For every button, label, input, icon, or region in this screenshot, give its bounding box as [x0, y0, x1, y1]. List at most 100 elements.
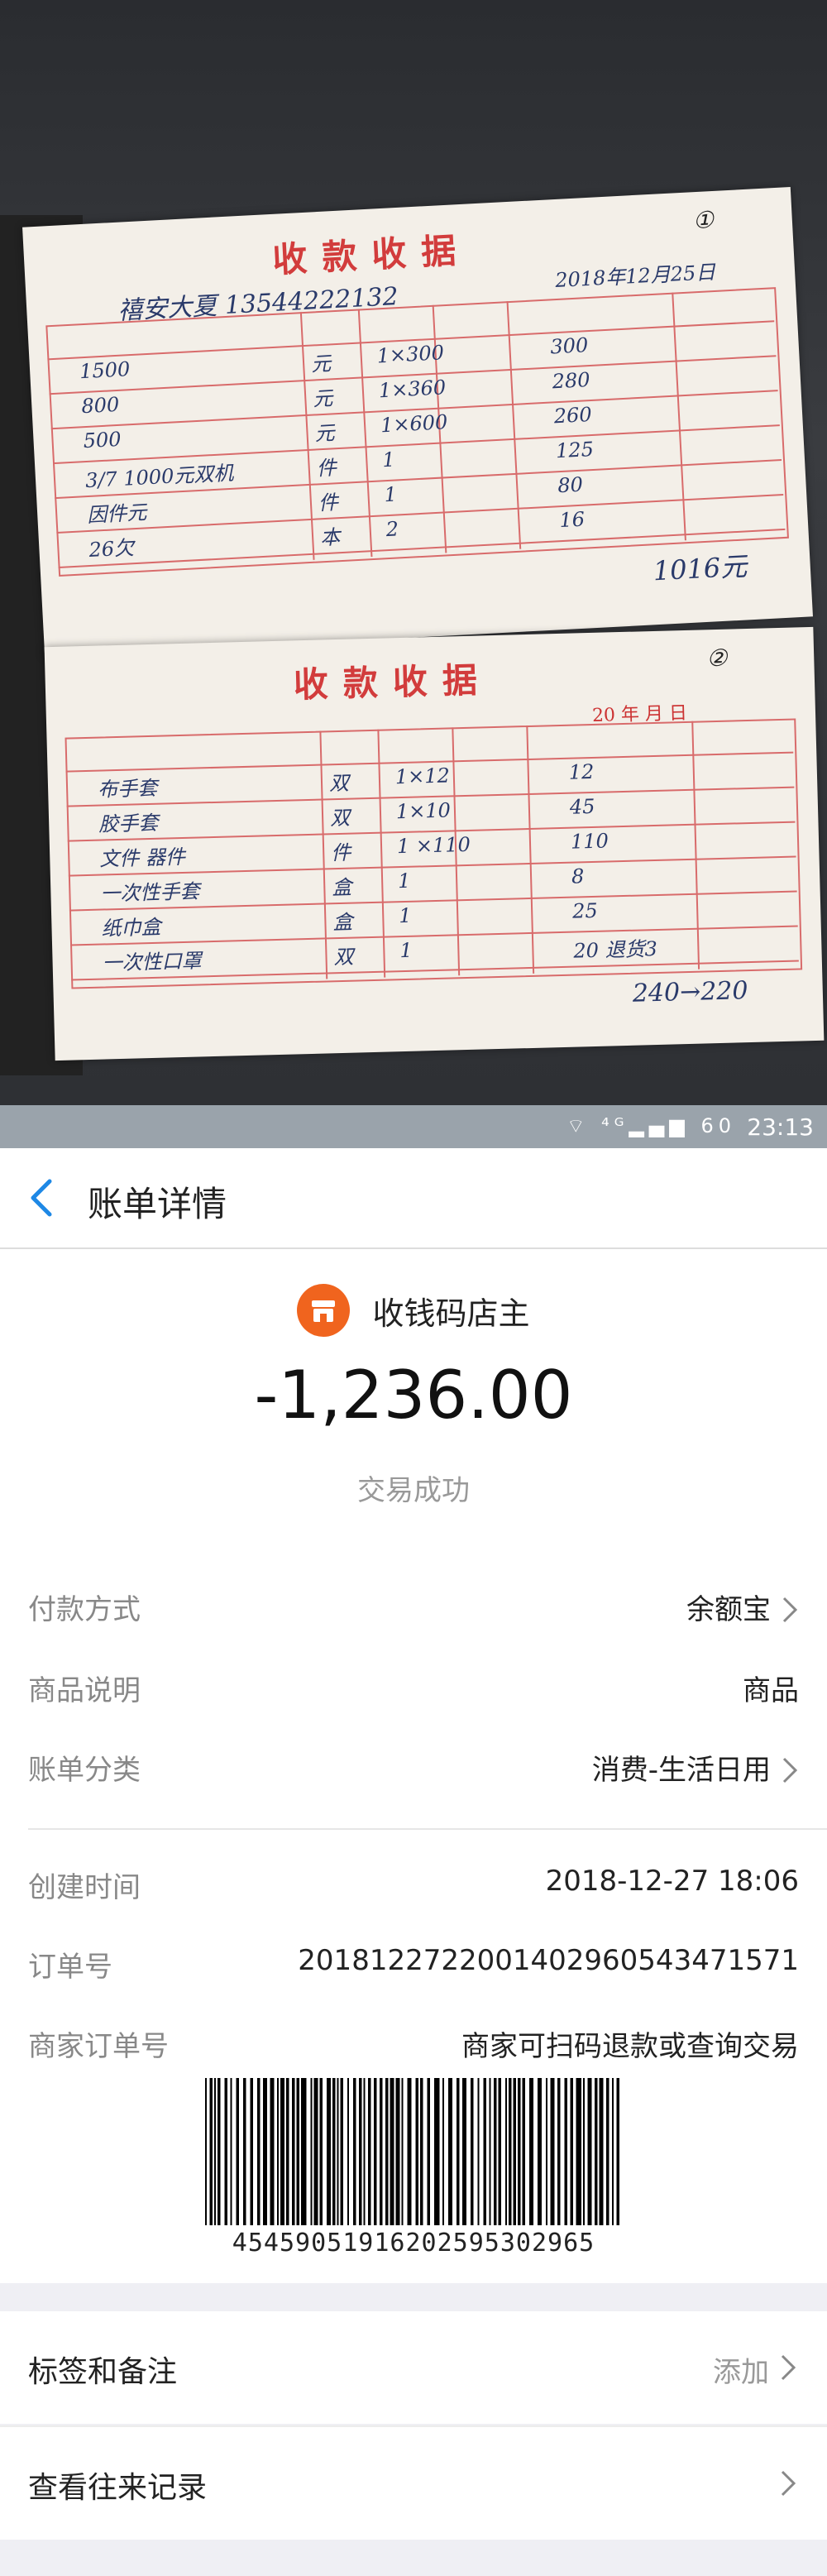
pay-method-label: 付款方式	[28, 1593, 141, 1626]
barcode-bar	[319, 2078, 323, 2225]
barcode-bar	[462, 2078, 466, 2225]
barcode-bar	[538, 2078, 542, 2225]
barcode-bar	[286, 2078, 289, 2225]
barcode-bar	[395, 2078, 400, 2225]
description-row: 商品说明 商品	[28, 1668, 799, 1717]
merchant-name: 收钱码店主	[372, 1295, 530, 1332]
barcode-bar	[529, 2078, 533, 2225]
barcode-bar	[583, 2078, 585, 2225]
tags-notes-item[interactable]: 标签和备注 添加	[0, 2311, 827, 2424]
receipt-item-amount: 80	[557, 472, 584, 498]
app-header: 账单详情	[0, 1148, 827, 1249]
shop-icon	[297, 1284, 351, 1337]
status-icons: ⌔ ⁴ᴳ▂▄▆ 60	[566, 1114, 736, 1137]
barcode-bar	[509, 2078, 512, 2225]
receipt-item-name: 800	[80, 392, 120, 419]
receipt-item-qty: 1	[399, 938, 414, 963]
back-arrow-icon[interactable]	[23, 1173, 60, 1223]
receipt-title: 收款收据	[271, 229, 472, 280]
barcode-bar	[587, 2078, 592, 2225]
history-item[interactable]: 查看往来记录	[0, 2425, 827, 2540]
receipt-2: 收款收据 ② 20 年 月 日 布手套双 1×12 12 胶手套双 1×10 45 文件 器…	[44, 626, 825, 1061]
barcode-bar	[214, 2078, 216, 2225]
receipt-item-amount: 125	[555, 437, 595, 463]
receipt-item-amount: 110	[570, 829, 609, 854]
receipt-item-amount: 12	[568, 759, 595, 784]
barcode-bar	[546, 2078, 547, 2225]
receipt-item-amount: 8	[571, 864, 585, 888]
barcode-bar	[230, 2078, 232, 2225]
barcode-bar	[518, 2078, 521, 2225]
barcode-bar	[332, 2078, 336, 2225]
receipt-item-qty: 1	[398, 903, 412, 928]
receipt-item-unit: 元	[313, 421, 336, 446]
receipt-item-qty: 1×600	[380, 410, 448, 438]
receipt-item-qty: 1×12	[394, 764, 451, 789]
barcode-bar	[442, 2078, 444, 2225]
receipt-total: 1016元	[652, 550, 748, 587]
pay-method-row[interactable]: 付款方式 余额宝	[28, 1587, 799, 1636]
barcode-bar	[522, 2078, 525, 2225]
barcode-bar	[489, 2078, 491, 2225]
add-hint: 添加	[713, 2356, 769, 2389]
barcode-bar	[310, 2078, 313, 2225]
barcode-bar	[296, 2078, 299, 2225]
barcode-bar	[205, 2078, 207, 2225]
barcode-number: 45459051916202595302965	[232, 2229, 595, 2258]
amount: -1,236.00	[254, 1357, 573, 1434]
receipt-item-qty: 1×360	[378, 376, 447, 403]
barcode-bar	[347, 2078, 349, 2225]
barcode-bar	[420, 2078, 423, 2225]
barcode-bar	[270, 2078, 275, 2225]
receipt-item-amount: 16	[558, 507, 586, 533]
receipt-item-qty: 1 ×110	[396, 832, 471, 859]
barcode-bar	[385, 2078, 389, 2225]
receipt-item-unit: 盒	[331, 875, 352, 900]
receipt-item-unit: 盒	[332, 910, 353, 935]
barcode-bar	[263, 2078, 267, 2225]
barcode-bar	[327, 2078, 331, 2225]
receipt-item-unit: 件	[330, 840, 351, 865]
barcode-bar	[407, 2078, 412, 2225]
history-label: 查看往来记录	[28, 2471, 208, 2505]
barcode-bar	[280, 2078, 284, 2225]
description-label: 商品说明	[28, 1674, 141, 1707]
receipt-photo: 收款收据 ① 禧安大夏 13544222132 2018年12月25日 1500…	[0, 0, 827, 1105]
description-value: 商品	[743, 1674, 799, 1707]
receipt-item-qty: 1	[383, 482, 398, 507]
barcode-bar	[313, 2078, 318, 2225]
barcode-bar	[401, 2078, 404, 2225]
created-time-value: 2018-12-27 18:06	[545, 1865, 799, 1898]
page-title: 账单详情	[88, 1184, 227, 1224]
receipt-item-name: 26欠	[88, 536, 135, 562]
receipt-item-amount: 20 退货3	[573, 936, 658, 963]
category-row[interactable]: 账单分类 消费-生活日用	[28, 1747, 799, 1797]
receipt-item-amount: 300	[549, 333, 589, 359]
barcode-bar	[301, 2078, 307, 2225]
chevron-right-icon	[782, 1757, 798, 1784]
order-number-row: 订单号 20181227220014029605434715​71	[28, 1944, 799, 1994]
chevron-right-icon	[781, 2470, 796, 2497]
chevron-right-icon	[781, 2354, 796, 2381]
receipt-item-unit: 件	[316, 456, 337, 481]
merchant-row: 收钱码店主	[0, 1284, 827, 1337]
receipt-item-name: 文件 器件	[98, 845, 186, 871]
receipt-item-qty: 2	[385, 517, 399, 542]
barcode-bar	[448, 2078, 452, 2225]
barcode-bar	[368, 2078, 371, 2225]
receipt-title: 收款收据	[293, 659, 493, 706]
category-label: 账单分类	[28, 1754, 141, 1787]
barcode-bar	[606, 2078, 609, 2225]
barcode-bar	[340, 2078, 343, 2225]
receipt-item-amount: 260	[553, 402, 593, 429]
receipt-item-qty: 1	[381, 448, 396, 472]
barcode-bar	[236, 2078, 239, 2225]
barcode-bar	[494, 2078, 497, 2225]
receipt-item-qty: 1×10	[395, 798, 452, 824]
receipt-item-amount: 25	[571, 898, 599, 923]
receipt-item-qty: 1	[397, 869, 411, 893]
barcode	[205, 2078, 619, 2225]
chevron-right-icon	[782, 1597, 798, 1623]
receipt-item-name: 一次性口罩	[102, 949, 202, 975]
barcode-bar	[257, 2078, 261, 2225]
